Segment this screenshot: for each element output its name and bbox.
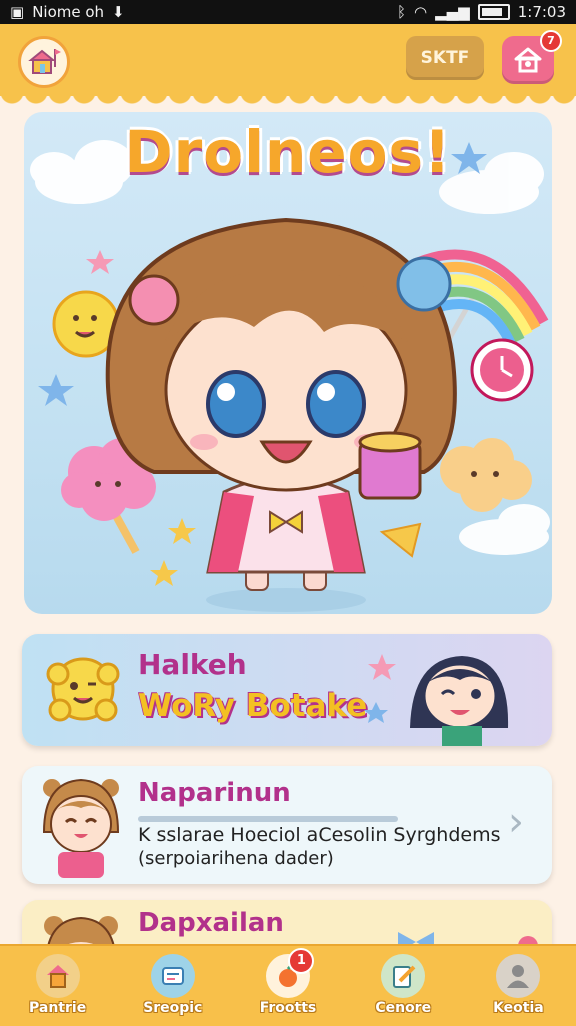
person-icon: [496, 954, 541, 998]
chevron-right-icon[interactable]: ›: [508, 802, 538, 842]
card-list-icon: [150, 954, 195, 998]
signal-icon: ▂▄▆: [435, 3, 470, 21]
card-divider: [138, 816, 398, 822]
tab-label: Sreopic: [143, 1000, 203, 1016]
download-icon: ⬇: [112, 3, 125, 21]
yellow-mascot-icon: [46, 657, 120, 722]
card-title: Dapxailan: [138, 908, 284, 938]
feature-card-naparinun[interactable]: Naparinun K sslarae Hoeciol aCesolin Syr…: [22, 766, 552, 884]
screenshot-icon: ▣: [10, 3, 25, 21]
bottom-tab-bar: Pantrie Sreopic 1 Frootts Cenore Keotia: [0, 944, 576, 1026]
tab-sreopic[interactable]: Sreopic: [115, 946, 230, 1026]
house-icon: [35, 954, 80, 998]
hero-illustration: [30, 140, 550, 612]
battery-icon: [477, 4, 510, 20]
card-title: Naparinun: [138, 778, 291, 808]
girl-avatar-icon: [42, 778, 120, 878]
home-button[interactable]: 7: [502, 30, 562, 84]
card-subtitle: WoRy Botake: [138, 688, 368, 724]
tab-pantrie[interactable]: Pantrie: [0, 946, 115, 1026]
tab-keotia[interactable]: Keotia: [461, 946, 576, 1026]
scallop-border: [0, 92, 576, 108]
card-title: Halkeh: [138, 648, 247, 681]
bluetooth-icon: ᛒ: [397, 3, 407, 21]
skip-button[interactable]: SKTF: [406, 36, 484, 80]
card-description-secondary: (serpoiarihena dader): [138, 848, 334, 869]
card-description: K sslarae Hoeciol aCesolin Syrghdems: [138, 824, 501, 846]
status-time: 1:7:03: [517, 3, 566, 21]
winking-character-icon: [364, 654, 509, 746]
tab-label: Cenore: [375, 1000, 432, 1016]
house-flag-icon: [28, 49, 61, 74]
app-logo-button[interactable]: [18, 36, 70, 88]
tab-label: Frootts: [259, 1000, 317, 1016]
tab-cenore[interactable]: Cenore: [346, 946, 461, 1026]
hero-banner: Drolneos!: [24, 112, 552, 614]
tab-frootts[interactable]: 1 Frootts: [230, 946, 345, 1026]
notepad-pencil-icon: [381, 954, 426, 998]
home-notification-badge: 7: [540, 30, 562, 52]
feature-card-halkeh[interactable]: Halkeh WoRy Botake: [22, 634, 552, 746]
tab-badge: 1: [288, 948, 315, 974]
status-bar: ▣ Niome oh ⬇ ᛒ ◠ ▂▄▆ 1:7:03: [0, 0, 576, 24]
wifi-icon: ◠: [414, 3, 428, 21]
notification-text: Niome oh: [32, 3, 105, 21]
top-bar: [0, 24, 576, 96]
hero-title: Drolneos!: [124, 118, 452, 186]
home-icon: [514, 47, 542, 73]
tab-label: Pantrie: [29, 1000, 87, 1016]
tab-label: Keotia: [493, 1000, 544, 1016]
